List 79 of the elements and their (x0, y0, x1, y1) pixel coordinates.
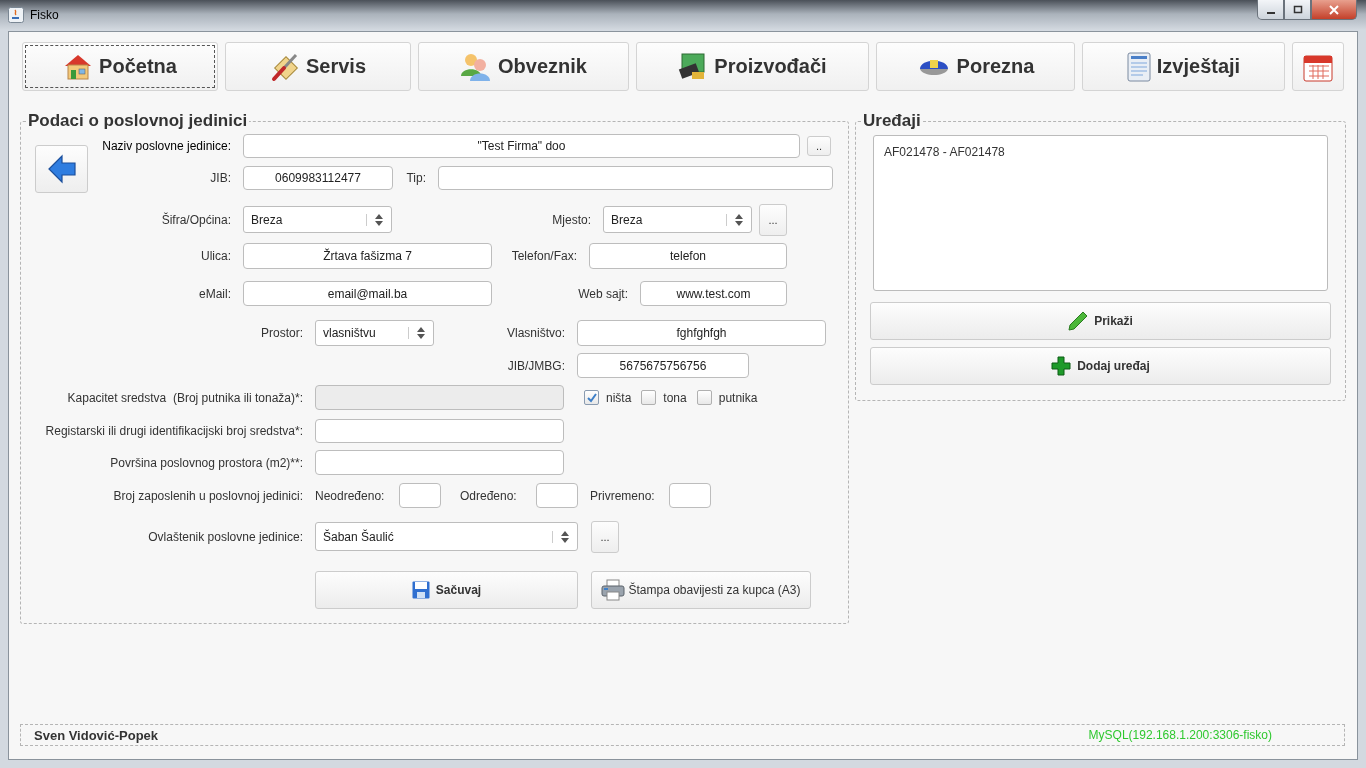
field-label: Neodređeno: (315, 488, 385, 503)
text-field[interactable]: email@mail.ba (243, 281, 492, 306)
checkbox-label: ništa (606, 390, 632, 405)
text-field[interactable] (399, 483, 441, 508)
pencil-icon (1068, 311, 1089, 331)
nav-button[interactable]: Porezna (876, 42, 1075, 91)
checkbox[interactable] (584, 390, 599, 405)
field-label: Vlasništvo: (506, 326, 565, 340)
field-label: Broj zaposlenih u poslovnoj jedinici: (113, 488, 303, 503)
field-label: Registarski ili drugi identifikacijski broj sredstva*: (45, 424, 303, 438)
text-field[interactable]: "Test Firma" doo (243, 134, 800, 158)
nav-button[interactable]: Početna (22, 42, 218, 91)
text-field[interactable] (438, 166, 833, 190)
text-field[interactable]: Žrtava fašizma 7 (243, 243, 492, 269)
field-label: Prostor: (261, 326, 303, 340)
text-field[interactable] (315, 450, 564, 475)
checkbox[interactable] (641, 390, 657, 405)
window-title: Fisko (30, 8, 59, 22)
field-label: Ovlaštenik poslovne jedinice: (148, 529, 303, 544)
panel-title: Podaci o poslovnoj jedinici (26, 111, 250, 131)
text-field[interactable]: fghfghfgh (577, 320, 826, 346)
text-field[interactable]: telefon (589, 243, 787, 269)
dropdown[interactable]: Breza (243, 206, 392, 233)
field-label: Mjesto: (552, 212, 591, 227)
dropdown[interactable]: Breza (603, 206, 752, 233)
text-field[interactable]: www.test.com (640, 281, 787, 306)
browse-button[interactable]: ... (759, 203, 787, 236)
field-label: eMail: (199, 286, 231, 301)
maximize-button[interactable] (1284, 0, 1311, 20)
browse-button[interactable]: ... (591, 520, 619, 553)
dropdown[interactable]: vlasništvu (315, 320, 434, 346)
text-field[interactable]: 0609983112477 (243, 166, 393, 190)
save-button[interactable]: Sačuvaj (315, 571, 578, 609)
tools-icon (269, 51, 300, 82)
left-arrow-icon (46, 154, 77, 184)
field-label: Tip: (406, 171, 426, 185)
panel-title: Uređaji (861, 111, 923, 131)
list-item[interactable]: AF021478 - AF021478 (884, 145, 1317, 159)
nav-button[interactable]: Proizvođači (636, 42, 869, 91)
add-device-button[interactable]: Dodaj uređaj (870, 347, 1331, 385)
text-field[interactable]: 5675675756756 (577, 353, 749, 378)
checkbox-label: tona (663, 390, 687, 405)
field-label: Ulica: (201, 249, 231, 263)
minimize-icon (1266, 11, 1275, 14)
field-label: Naziv poslovne jedinice: (102, 139, 231, 153)
user-name: Sven Vidović-Popek (34, 727, 159, 743)
nav-button[interactable]: Servis (225, 42, 411, 91)
field-label: JIB: (210, 171, 231, 185)
users-icon (460, 51, 493, 82)
calendar-button[interactable] (1292, 42, 1344, 91)
connection-status: MySQL(192.168.1.200:3306-fisko) (1088, 728, 1272, 742)
text-field[interactable] (669, 483, 711, 508)
field-label: Telefon/Fax: (511, 249, 577, 263)
browse-button[interactable]: .. (807, 136, 831, 156)
close-button[interactable] (1311, 0, 1357, 20)
print-button[interactable]: Štampa obavijesti za kupca (A3) (591, 571, 811, 609)
nav-button[interactable]: Izvještaji (1082, 42, 1285, 91)
checkbox-label: putnika (718, 390, 758, 405)
show-button[interactable]: Prikaži (870, 302, 1331, 340)
printer-icon (601, 579, 626, 601)
field-label: Privremeno: (590, 488, 655, 503)
field-label: Površina poslovnog prostora (m2)**: (110, 455, 303, 470)
field-label: Web sajt: (578, 286, 628, 301)
field-label: Šifra/Općina: (161, 212, 231, 227)
maximize-icon (1292, 4, 1303, 15)
plus-icon (1051, 356, 1072, 376)
document-icon (1126, 51, 1151, 82)
dropdown[interactable]: Šaban Šaulić (315, 522, 578, 551)
field-label: Određeno: (460, 488, 517, 503)
field-label: JIB/JMBG: (507, 358, 565, 373)
app-icon (8, 7, 24, 23)
text-field[interactable] (315, 419, 564, 443)
minimize-button[interactable] (1257, 0, 1284, 20)
field-label: Kapacitet sredstva (Broj putnika ili tonaža)*: (67, 390, 303, 405)
close-icon (1329, 4, 1339, 15)
back-button[interactable] (35, 145, 88, 193)
nav-button[interactable]: Obveznik (418, 42, 629, 91)
text-field[interactable] (536, 483, 578, 508)
checkbox[interactable] (696, 390, 712, 405)
